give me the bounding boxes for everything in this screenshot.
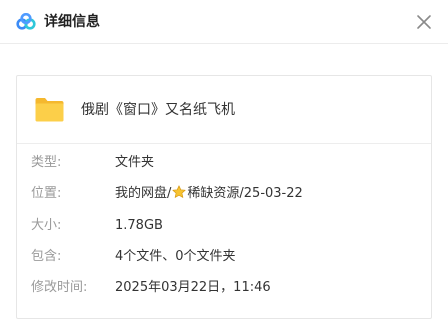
dialog-title: 详细信息	[44, 14, 100, 30]
star-icon	[172, 185, 186, 198]
contains-label: 包含:	[31, 249, 62, 264]
location-row: 位置: 我的网盘/ 稀缺资源/25-03-22	[31, 184, 421, 204]
file-name: 俄剧《窗口》又名纸飞机	[81, 102, 235, 118]
close-icon[interactable]	[415, 13, 433, 31]
dialog-titlebar: 详细信息	[0, 0, 448, 44]
file-header: 俄剧《窗口》又名纸飞机	[17, 76, 431, 144]
type-label: 类型:	[31, 155, 62, 170]
location-label: 位置:	[31, 186, 62, 201]
file-details-card: 俄剧《窗口》又名纸飞机 类型: 文件夹 位置: 我的网盘/ 稀缺资源/25-03…	[16, 75, 432, 319]
size-label: 大小:	[31, 218, 62, 233]
size-value: 1.78GB	[115, 218, 163, 233]
modified-row: 修改时间: 2025年03月22日，11:46	[31, 278, 421, 298]
location-path-prefix: 我的网盘/	[115, 186, 172, 201]
type-row: 类型: 文件夹	[31, 153, 421, 173]
contains-row: 包含: 4个文件、0个文件夹	[31, 247, 421, 267]
size-row: 大小: 1.78GB	[31, 216, 421, 236]
modified-value: 2025年03月22日，11:46	[115, 280, 271, 295]
details-dialog: 详细信息 俄剧《窗口》又名纸飞机 类型: 文件夹 位置: 我的网盘/ 稀缺资源/…	[0, 0, 448, 333]
contains-value: 4个文件、0个文件夹	[115, 249, 236, 264]
location-value: 我的网盘/ 稀缺资源/25-03-22	[115, 184, 303, 204]
type-value: 文件夹	[115, 155, 155, 170]
location-path-suffix: 稀缺资源/25-03-22	[187, 186, 303, 201]
folder-icon	[35, 98, 64, 122]
baidu-netdisk-logo	[16, 13, 36, 30]
modified-label: 修改时间:	[31, 280, 88, 295]
